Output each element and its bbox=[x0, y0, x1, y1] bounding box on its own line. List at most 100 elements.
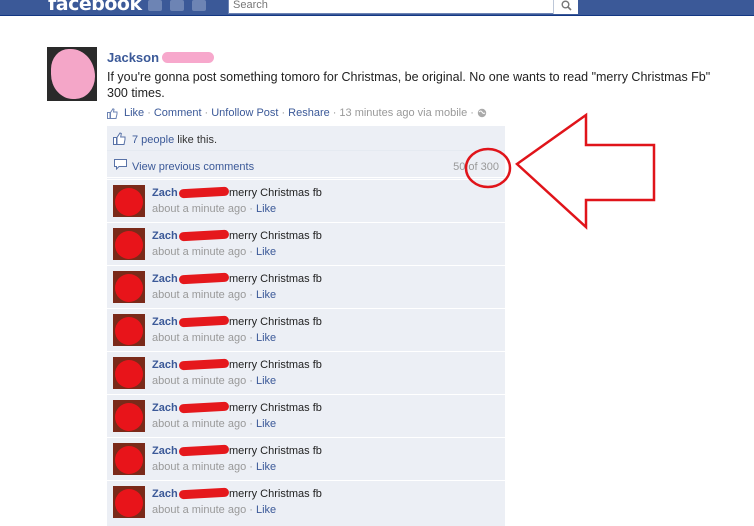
comment-text: merry Christmas fb bbox=[229, 445, 322, 457]
separator: · bbox=[204, 107, 209, 119]
facebook-logo[interactable]: facebook bbox=[48, 0, 142, 15]
view-previous-comments-link[interactable]: View previous comments bbox=[132, 161, 254, 173]
comment-text: merry Christmas fb bbox=[229, 316, 322, 328]
redaction-blob bbox=[115, 317, 143, 345]
pointer-arrow bbox=[515, 112, 656, 230]
comment-text: merry Christmas fb bbox=[229, 488, 322, 500]
likes-suffix: like this. bbox=[177, 134, 218, 146]
globe-icon[interactable] bbox=[477, 108, 487, 118]
commenter-name[interactable]: Zach bbox=[152, 316, 178, 328]
comment-link[interactable]: Comment bbox=[154, 107, 202, 119]
comment-meta: about a minute ago · Like bbox=[152, 203, 276, 215]
separator: · bbox=[470, 107, 474, 119]
comment-item: Zach merry Christmas fb about a minute ago… bbox=[107, 179, 505, 221]
comment-meta: about a minute ago · Like bbox=[152, 504, 276, 516]
comment-item: Zach merry Christmas fb about a minute ago… bbox=[107, 437, 505, 479]
comment-like-link[interactable]: Like bbox=[256, 504, 276, 516]
post-text: If you're gonna post something tomoro fo… bbox=[107, 70, 711, 100]
reshare-link[interactable]: Reshare bbox=[288, 107, 330, 119]
post-actions: Like · Comment · Unfollow Post · Reshare… bbox=[107, 107, 487, 119]
commenter-avatar[interactable] bbox=[113, 185, 145, 217]
separator: · bbox=[332, 107, 337, 119]
like-link[interactable]: Like bbox=[124, 107, 144, 119]
top-bar: facebook bbox=[0, 0, 754, 16]
comment-like-link[interactable]: Like bbox=[256, 332, 276, 344]
comment-like-link[interactable]: Like bbox=[256, 461, 276, 473]
friend-requests-icon[interactable] bbox=[148, 0, 162, 11]
search-box bbox=[228, 0, 578, 14]
commenter-name[interactable]: Zach bbox=[152, 230, 178, 242]
post-timestamp[interactable]: 13 minutes ago via mobile bbox=[339, 107, 467, 119]
comment-timestamp[interactable]: about a minute ago bbox=[152, 289, 246, 301]
surname-redaction bbox=[178, 272, 230, 285]
author-avatar[interactable] bbox=[47, 47, 97, 101]
surname-redaction bbox=[178, 229, 230, 242]
comment-meta: about a minute ago · Like bbox=[152, 375, 276, 387]
surname-redaction bbox=[178, 358, 230, 371]
view-previous-row[interactable]: View previous comments 50 of 300 bbox=[107, 152, 505, 178]
redaction-blob bbox=[115, 360, 143, 388]
comment-like-link[interactable]: Like bbox=[256, 246, 276, 258]
comment-count: 50 of 300 bbox=[453, 161, 499, 173]
separator: · bbox=[249, 461, 253, 473]
unfollow-post-link[interactable]: Unfollow Post bbox=[211, 107, 278, 119]
thumbs-up-icon bbox=[107, 107, 118, 119]
commenter-avatar[interactable] bbox=[113, 443, 145, 475]
commenter-name[interactable]: Zach bbox=[152, 359, 178, 371]
commenter-name[interactable]: Zach bbox=[152, 187, 178, 199]
commenter-avatar[interactable] bbox=[113, 271, 145, 303]
surname-redaction bbox=[178, 186, 230, 199]
likes-count-link[interactable]: 7 people bbox=[132, 134, 174, 146]
messages-icon[interactable] bbox=[170, 0, 184, 11]
search-icon bbox=[561, 0, 572, 11]
separator: · bbox=[249, 332, 253, 344]
commenter-name[interactable]: Zach bbox=[152, 445, 178, 457]
comment-like-link[interactable]: Like bbox=[256, 375, 276, 387]
likes-row: 7 people like this. bbox=[107, 126, 505, 151]
commenter-avatar[interactable] bbox=[113, 400, 145, 432]
redaction-blob bbox=[115, 188, 143, 216]
comment-meta: about a minute ago · Like bbox=[152, 246, 276, 258]
comment-bubble-icon bbox=[114, 159, 127, 170]
commenter-name[interactable]: Zach bbox=[152, 488, 178, 500]
separator: · bbox=[249, 246, 253, 258]
comment-item: Zach merry Christmas fb about a minute ago… bbox=[107, 308, 505, 350]
redaction-blob bbox=[115, 489, 143, 517]
comment-timestamp[interactable]: about a minute ago bbox=[152, 461, 246, 473]
comment-meta: about a minute ago · Like bbox=[152, 289, 276, 301]
comment-like-link[interactable]: Like bbox=[256, 289, 276, 301]
comment-like-link[interactable]: Like bbox=[256, 203, 276, 215]
notifications-icon[interactable] bbox=[192, 0, 206, 11]
comment-meta: about a minute ago · Like bbox=[152, 418, 276, 430]
comment-item: Zach merry Christmas fb about a minute ago… bbox=[107, 222, 505, 264]
comment-meta: about a minute ago · Like bbox=[152, 332, 276, 344]
commenter-avatar[interactable] bbox=[113, 357, 145, 389]
comment-item: Zach merry Christmas fb about a minute ago… bbox=[107, 480, 505, 522]
comment-like-link[interactable]: Like bbox=[256, 418, 276, 430]
surname-redaction bbox=[178, 487, 230, 500]
commenter-name[interactable]: Zach bbox=[152, 402, 178, 414]
comment-timestamp[interactable]: about a minute ago bbox=[152, 418, 246, 430]
comment-timestamp[interactable]: about a minute ago bbox=[152, 203, 246, 215]
comment-item: Zach merry Christmas fb about a minute ago… bbox=[107, 265, 505, 307]
comment-text: merry Christmas fb bbox=[229, 359, 322, 371]
separator: · bbox=[147, 107, 151, 119]
comment-text: merry Christmas fb bbox=[229, 230, 322, 242]
commenter-avatar[interactable] bbox=[113, 314, 145, 346]
separator: · bbox=[249, 203, 253, 215]
feedback-box: 7 people like this. View previous commen… bbox=[107, 126, 505, 526]
separator: · bbox=[281, 107, 286, 119]
commenter-avatar[interactable] bbox=[113, 228, 145, 260]
comment-timestamp[interactable]: about a minute ago bbox=[152, 504, 246, 516]
comment-timestamp[interactable]: about a minute ago bbox=[152, 332, 246, 344]
commenter-name[interactable]: Zach bbox=[152, 273, 178, 285]
search-input[interactable] bbox=[229, 0, 552, 13]
commenter-avatar[interactable] bbox=[113, 486, 145, 518]
separator: · bbox=[249, 504, 253, 516]
search-button[interactable] bbox=[553, 0, 578, 14]
comment-timestamp[interactable]: about a minute ago bbox=[152, 375, 246, 387]
comment-timestamp[interactable]: about a minute ago bbox=[152, 246, 246, 258]
post-author-name[interactable]: Jackson bbox=[107, 50, 159, 65]
likes-text: 7 people like this. bbox=[132, 134, 217, 146]
redaction-blob bbox=[115, 446, 143, 474]
